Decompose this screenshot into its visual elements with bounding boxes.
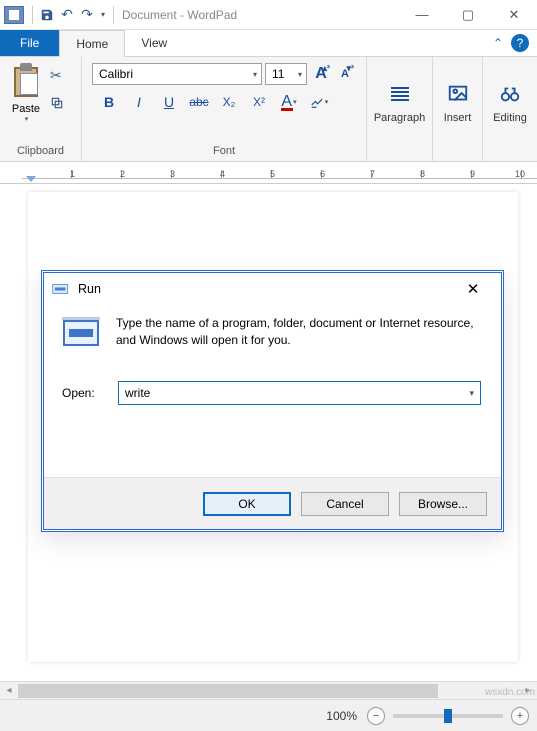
tab-file[interactable]: File [0, 30, 59, 56]
qat-divider [32, 6, 33, 24]
shrink-font-button[interactable]: A▾ [334, 63, 356, 85]
copy-icon[interactable] [50, 96, 64, 113]
paragraph-icon [388, 82, 412, 106]
paste-button[interactable]: Paste ▾ [6, 63, 46, 123]
watermark: wsxdn.com [485, 687, 535, 698]
ruler-tick: 3 [122, 170, 172, 178]
group-editing: Editing [483, 57, 537, 161]
run-titlebar[interactable]: Run ✕ [44, 273, 501, 305]
font-size-value: 11 [272, 67, 284, 81]
status-bar: 100% − + [0, 699, 537, 731]
ruler-tick: 2 [72, 170, 122, 178]
grow-font-button[interactable]: A▴ [310, 63, 332, 85]
editing-label: Editing [489, 112, 531, 124]
font-size-select[interactable]: 11 ▾ [265, 63, 307, 85]
collapse-ribbon-icon[interactable]: ⌃ [493, 36, 503, 50]
run-dialog: Run ✕ Type the name of a program, folder… [43, 272, 502, 530]
open-value: write [125, 386, 469, 400]
underline-button[interactable]: U [158, 91, 180, 113]
run-title: Run [78, 282, 101, 296]
run-button-bar: OK Cancel Browse... [44, 477, 501, 529]
picture-icon [446, 82, 470, 106]
scroll-thumb[interactable] [18, 684, 438, 698]
bold-button[interactable]: B [98, 91, 120, 113]
horizontal-scrollbar[interactable]: ◂ ▸ [0, 681, 537, 699]
superscript-button[interactable]: X [248, 91, 270, 113]
ribbon-tabs: File Home View ⌃ ? [0, 30, 537, 57]
run-icon [52, 282, 70, 296]
ruler[interactable]: 1 2 3 4 5 6 7 8 9 10 11 [0, 162, 537, 184]
paste-label: Paste [6, 103, 46, 115]
ruler-tick: 10 [472, 170, 522, 178]
run-close-button[interactable]: ✕ [453, 280, 493, 298]
maximize-button[interactable]: ▢ [445, 0, 491, 30]
ruler-tick: 11 [522, 170, 537, 178]
browse-button[interactable]: Browse... [399, 492, 487, 516]
zoom-out-button[interactable]: − [367, 707, 385, 725]
group-font: Calibri ▾ 11 ▾ A▴ A▾ B I U abc X X [82, 57, 367, 161]
ruler-tick: 9 [422, 170, 472, 178]
close-button[interactable]: ✕ [491, 0, 537, 30]
strikethrough-button[interactable]: abc [188, 91, 210, 113]
zoom-level: 100% [326, 709, 357, 723]
window-controls: — ▢ ✕ [399, 0, 537, 30]
zoom-slider[interactable] [393, 714, 503, 718]
highlight-button[interactable]: ▾ [308, 91, 330, 113]
cut-icon[interactable]: ✂ [50, 67, 64, 84]
tab-home[interactable]: Home [59, 30, 125, 57]
ok-button[interactable]: OK [203, 492, 291, 516]
italic-button[interactable]: I [128, 91, 150, 113]
minimize-button[interactable]: — [399, 0, 445, 30]
redo-icon[interactable]: ↷ [77, 5, 97, 25]
zoom-in-button[interactable]: + [511, 707, 529, 725]
font-color-button[interactable]: A▾ [278, 91, 300, 113]
title-bar: ↶ ↷ ▾ Document - WordPad — ▢ ✕ [0, 0, 537, 30]
ribbon: Paste ▾ ✂ Clipboard Calibri ▾ 11 ▾ [0, 57, 537, 162]
editing-button[interactable]: Editing [489, 76, 531, 124]
ruler-track [22, 178, 537, 183]
subscript-button[interactable]: X [218, 91, 240, 113]
paragraph-button[interactable]: Paragraph [373, 76, 426, 124]
app-icon[interactable] [4, 6, 24, 24]
group-paragraph: Paragraph [367, 57, 433, 161]
insert-label: Insert [439, 112, 476, 124]
chevron-down-icon: ▾ [253, 70, 257, 79]
scroll-left-icon[interactable]: ◂ [0, 685, 18, 696]
open-combobox[interactable]: write ▾ [118, 381, 481, 405]
zoom-knob[interactable] [444, 709, 452, 723]
font-family-value: Calibri [99, 67, 133, 81]
run-large-icon [62, 315, 102, 353]
group-insert: Insert [433, 57, 483, 161]
paragraph-label: Paragraph [373, 112, 426, 124]
open-label: Open: [62, 386, 118, 400]
tab-view[interactable]: View [125, 30, 183, 56]
undo-icon[interactable]: ↶ [57, 5, 77, 25]
chevron-down-icon[interactable]: ▾ [469, 388, 474, 399]
paste-dropdown[interactable]: ▾ [7, 115, 46, 123]
binoculars-icon [498, 82, 522, 106]
scroll-track[interactable] [18, 682, 519, 700]
qat-divider-2 [113, 6, 114, 24]
qat-dropdown[interactable]: ▾ [97, 10, 109, 19]
ruler-tick: 5 [222, 170, 272, 178]
group-clipboard: Paste ▾ ✂ Clipboard [0, 57, 82, 161]
ruler-tick: 8 [372, 170, 422, 178]
font-group-label: Font [84, 143, 364, 161]
cancel-button[interactable]: Cancel [301, 492, 389, 516]
ruler-tick: 4 [172, 170, 222, 178]
clipboard-label: Clipboard [0, 143, 81, 161]
chevron-down-icon: ▾ [298, 70, 302, 79]
font-family-select[interactable]: Calibri ▾ [92, 63, 262, 85]
insert-button[interactable]: Insert [439, 76, 476, 124]
ruler-tick: 7 [322, 170, 372, 178]
run-message: Type the name of a program, folder, docu… [116, 315, 481, 353]
help-icon[interactable]: ? [511, 34, 529, 52]
save-icon[interactable] [37, 5, 57, 25]
paste-icon [12, 63, 40, 99]
window-title: Document - WordPad [118, 8, 399, 22]
ruler-tick: 6 [272, 170, 322, 178]
